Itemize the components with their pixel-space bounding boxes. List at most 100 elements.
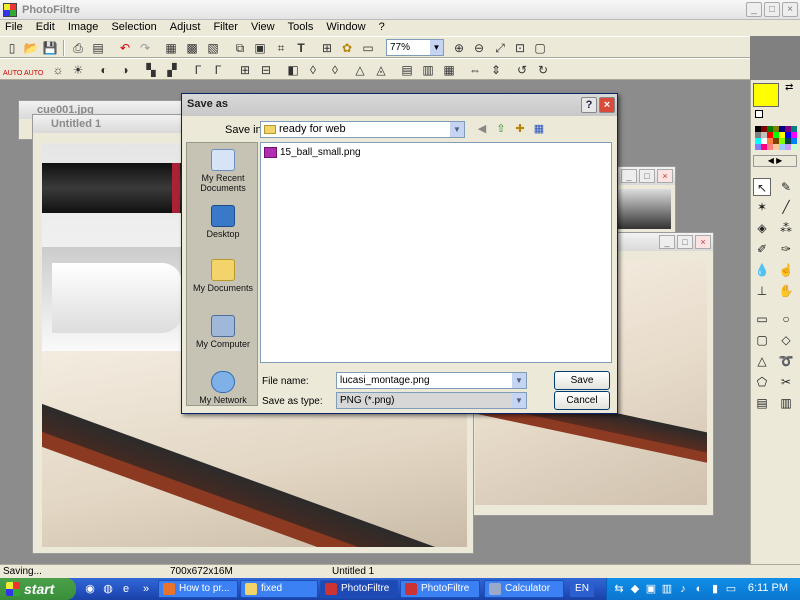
print-icon[interactable]: ⎙ — [70, 40, 86, 56]
text-icon[interactable]: T — [293, 40, 309, 56]
dialog-title-bar[interactable]: Save as — [182, 94, 617, 116]
app-title-bar[interactable]: PhotoFiltre _ □ × — [0, 0, 800, 20]
foreground-color-swatch[interactable] — [753, 83, 779, 107]
spray-tool[interactable]: ⁂ — [777, 219, 795, 237]
browser-icon[interactable]: ▭ — [360, 40, 376, 56]
ie-icon[interactable]: e — [118, 581, 134, 597]
menu-image[interactable]: Image — [63, 20, 104, 34]
save-icon[interactable]: 💾 — [42, 40, 58, 56]
place-my-documents[interactable]: My Documents — [187, 259, 259, 293]
help-button[interactable]: ? — [581, 97, 597, 113]
task-browser[interactable]: How to pr... — [158, 580, 238, 598]
save-as-type-select[interactable]: PNG (*.png) ▼ — [336, 392, 527, 409]
tree-icon[interactable]: ⊞ — [319, 40, 335, 56]
menu-tools[interactable]: Tools — [283, 20, 319, 34]
tray-network-icon[interactable]: ⇆ — [611, 581, 627, 597]
task-folder[interactable]: fixed — [240, 580, 318, 598]
place-my-computer[interactable]: My Computer — [187, 315, 259, 349]
brightness-plus-icon[interactable]: ☀ — [70, 62, 86, 78]
blur-icon[interactable]: ◧ — [285, 62, 301, 78]
grayscale-icon[interactable]: ▩ — [184, 40, 200, 56]
grid-icon[interactable]: ⊞ — [237, 62, 253, 78]
fullscreen-icon[interactable]: ▢ — [532, 40, 548, 56]
freeform-tool[interactable]: ✂ — [777, 373, 795, 391]
menu-adjust[interactable]: Adjust — [165, 20, 206, 34]
brightness-minus-icon[interactable]: ☼ — [50, 62, 66, 78]
advanced-brush-tool[interactable]: ✑ — [777, 240, 795, 258]
place-my-network[interactable]: My Network — [187, 371, 259, 405]
tray-music-icon[interactable]: ♪ — [675, 581, 691, 597]
tray-battery-icon[interactable]: ▮ — [707, 581, 723, 597]
undo-icon[interactable]: ↶ — [117, 40, 133, 56]
pointer-tool[interactable]: ↖ — [753, 178, 771, 196]
crop-icon[interactable]: ⌗ — [273, 40, 289, 56]
place-desktop[interactable]: Desktop — [187, 205, 259, 239]
gradient-icon[interactable]: ▤ — [399, 62, 415, 78]
drop-icon[interactable]: ◊ — [305, 62, 321, 78]
mosaic-icon[interactable]: ⊟ — [258, 62, 274, 78]
dialog-close-button[interactable]: × — [599, 97, 615, 113]
start-button[interactable]: start — [0, 578, 76, 600]
rotate-right-icon[interactable]: ↻ — [535, 62, 551, 78]
gamma-plus-icon[interactable]: Γ — [210, 62, 226, 78]
hand-icon[interactable]: ✋ — [777, 282, 795, 300]
edge-icon[interactable]: ◬ — [373, 62, 389, 78]
new-icon[interactable]: ▯ — [4, 40, 20, 56]
menu-window[interactable]: Window — [321, 20, 370, 34]
contrast-plus-icon[interactable]: ◑ — [117, 62, 133, 78]
actual-size-icon[interactable]: ⊡ — [512, 40, 528, 56]
clock[interactable]: 6:11 PM — [748, 582, 788, 594]
flip-v-icon[interactable]: ⇕ — [488, 62, 504, 78]
texture-icon[interactable]: ▦ — [441, 62, 457, 78]
smudge-tool[interactable]: ☝ — [777, 261, 795, 279]
selection-options-2-icon[interactable]: ▥ — [777, 394, 795, 412]
line-tool[interactable]: ╱ — [777, 198, 795, 216]
transparent-icon[interactable]: ▧ — [205, 40, 221, 56]
blur-tool[interactable]: 💧 — [753, 261, 771, 279]
zoom-out-icon[interactable]: ⊖ — [471, 40, 487, 56]
palette-scroll[interactable]: ◀ ▶ — [753, 155, 797, 167]
stamp-tool[interactable]: ⊥ — [753, 282, 771, 300]
emboss-icon[interactable]: △ — [352, 62, 368, 78]
polygon-tool[interactable]: ⬠ — [753, 373, 771, 391]
show-desktop-icon[interactable]: ◉ — [82, 581, 98, 597]
menu-edit[interactable]: Edit — [31, 20, 60, 34]
open-icon[interactable]: 📂 — [23, 40, 39, 56]
magic-wand-tool[interactable]: ✶ — [753, 198, 771, 216]
lasso-tool[interactable]: ➰ — [777, 352, 795, 370]
reset-colors-icon[interactable] — [755, 110, 763, 118]
saturation-minus-icon[interactable]: ▚ — [143, 62, 159, 78]
auto-level-button[interactable]: AUTO — [3, 62, 22, 78]
minimize-button[interactable]: _ — [746, 2, 762, 17]
zoom-in-icon[interactable]: ⊕ — [451, 40, 467, 56]
gamma-minus-icon[interactable]: Γ — [190, 62, 206, 78]
diamond-tool[interactable]: ◇ — [777, 331, 795, 349]
contrast-minus-icon[interactable]: ◐ — [96, 62, 112, 78]
redo-icon[interactable]: ↷ — [137, 40, 153, 56]
rounded-rect-tool[interactable]: ▢ — [753, 331, 771, 349]
minimize-button[interactable]: _ — [621, 169, 637, 183]
file-name-input[interactable]: lucasi_montage.png ▼ — [336, 372, 527, 389]
file-list[interactable]: 15_ball_small.png — [260, 142, 612, 363]
plugin-icon[interactable]: ✿ — [339, 40, 355, 56]
swap-colors-icon[interactable]: ⇄ — [785, 82, 793, 93]
view-menu-icon[interactable]: ▦ — [531, 121, 547, 137]
tray-chart-icon[interactable]: ▥ — [659, 581, 675, 597]
firefox-icon[interactable]: ◍ — [100, 581, 116, 597]
scan-icon[interactable]: ▤ — [90, 40, 106, 56]
task-calculator[interactable]: Calculator — [484, 580, 564, 598]
saturation-plus-icon[interactable]: ▞ — [164, 62, 180, 78]
rotate-left-icon[interactable]: ↺ — [514, 62, 530, 78]
sharpen-icon[interactable]: ◊ — [327, 62, 343, 78]
menu-view[interactable]: View — [246, 20, 280, 34]
maximize-button[interactable]: □ — [764, 2, 780, 17]
fit-icon[interactable]: ⤢ — [492, 40, 508, 56]
quicklaunch-more-icon[interactable]: » — [138, 581, 154, 597]
back-icon[interactable]: ◀ — [474, 121, 490, 137]
save-button[interactable]: Save — [554, 371, 610, 390]
close-button[interactable]: × — [782, 2, 798, 17]
tray-monitor-icon[interactable]: ▭ — [723, 581, 739, 597]
save-in-select[interactable]: ready for web ▼ — [260, 121, 465, 138]
new-folder-icon[interactable]: ✚ — [512, 121, 528, 137]
brush-tool[interactable]: ✐ — [753, 240, 771, 258]
